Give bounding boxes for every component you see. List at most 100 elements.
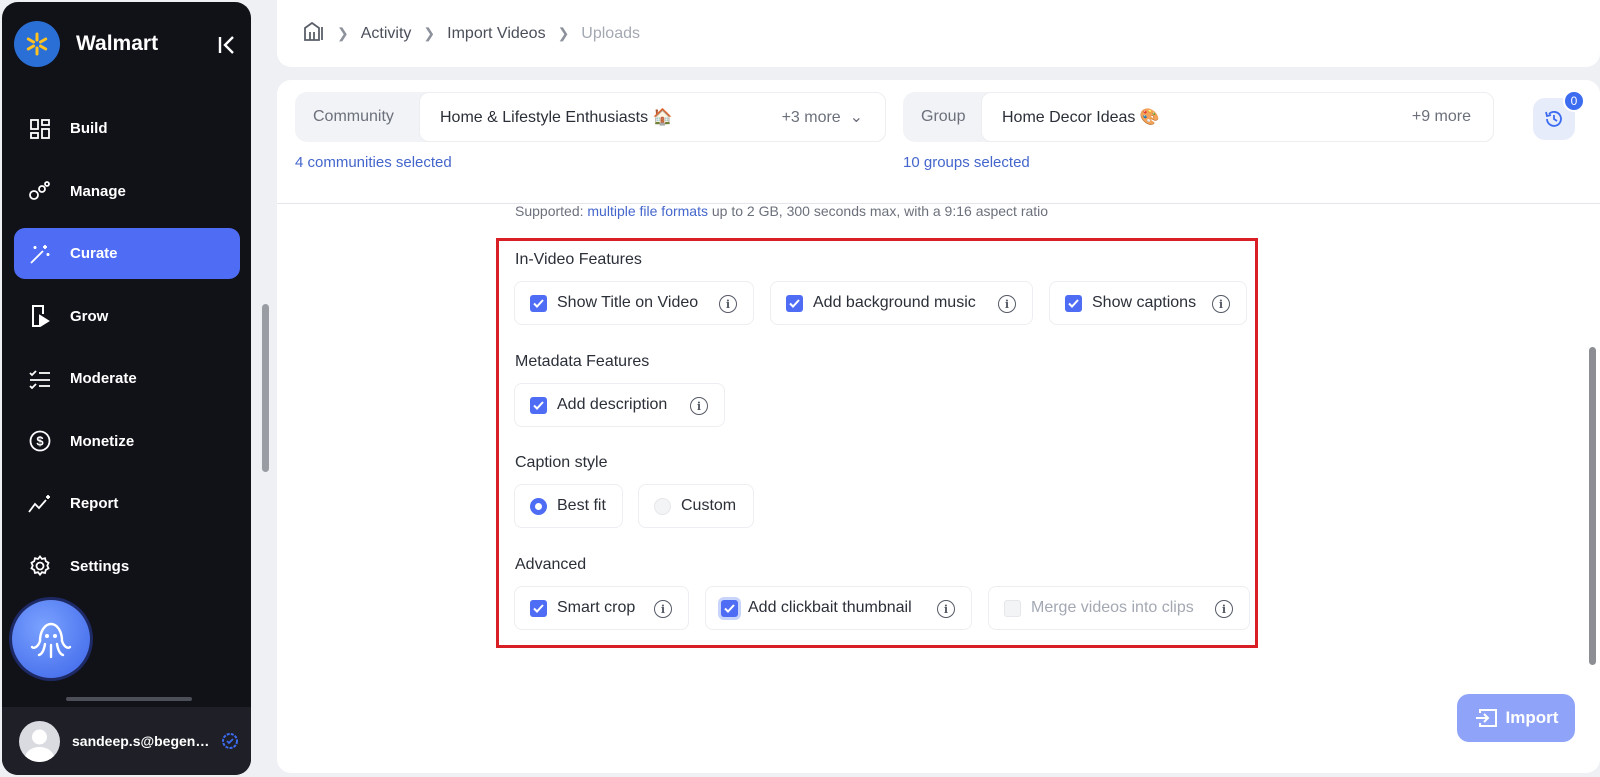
- brand-name: Walmart: [76, 32, 159, 55]
- info-icon[interactable]: i: [1212, 295, 1230, 313]
- info-icon[interactable]: i: [998, 295, 1016, 313]
- best-fit-label: Best fit: [557, 497, 606, 514]
- magic-wand-icon: [28, 242, 52, 266]
- sparkline-icon: [28, 492, 52, 516]
- sidebar-nav: Build Manage Curate Grow Moderate $ Mone…: [14, 103, 240, 603]
- dollar-icon: $: [28, 429, 52, 453]
- show-captions-option[interactable]: Show captions i: [1049, 281, 1247, 325]
- group-select[interactable]: Home Decor Ideas 🎨 +9 more: [981, 92, 1494, 142]
- best-fit-radio[interactable]: [530, 497, 547, 515]
- brand[interactable]: Walmart: [14, 21, 158, 67]
- group-value: Home Decor Ideas 🎨: [1002, 109, 1160, 126]
- sidebar-scrollbar[interactable]: [262, 304, 269, 472]
- import-button[interactable]: Import: [1457, 694, 1575, 742]
- user-profile[interactable]: sandeep.s@begenuin.com: [2, 707, 251, 775]
- sidebar-drag-handle[interactable]: [66, 697, 192, 701]
- home-icon[interactable]: [303, 21, 325, 46]
- show-title-option[interactable]: Show Title on Video i: [514, 281, 754, 325]
- chevron-right-icon: ❯: [423, 25, 436, 41]
- info-icon[interactable]: i: [1215, 600, 1233, 618]
- gear-icon: [28, 554, 52, 578]
- sidebar-item-label: Grow: [70, 307, 109, 325]
- sidebar-item-label: Moderate: [70, 370, 137, 387]
- add-description-option[interactable]: Add description i: [514, 383, 725, 427]
- sidebar-item-label: Settings: [70, 557, 130, 575]
- main-panel: Community Home & Lifestyle Enthusiasts 🏠…: [277, 80, 1600, 773]
- clickbait-thumbnail-option[interactable]: Add clickbait thumbnail i: [705, 586, 972, 630]
- smart-crop-label: Smart crop: [557, 599, 636, 616]
- community-selector[interactable]: Community Home & Lifestyle Enthusiasts 🏠…: [295, 92, 886, 142]
- caption-style-title: Caption style: [515, 454, 608, 471]
- features-section: In-Video Features Show Title on Video i …: [496, 238, 1258, 648]
- add-description-checkbox[interactable]: [530, 396, 547, 414]
- groups-selected-count[interactable]: 10 groups selected: [903, 154, 1030, 171]
- chevron-right-icon: ❯: [557, 25, 570, 41]
- import-icon: [1475, 709, 1497, 727]
- group-more[interactable]: +9 more: [1412, 108, 1471, 126]
- advanced-title: Advanced: [515, 556, 587, 573]
- info-icon[interactable]: i: [690, 397, 708, 415]
- sidebar-item-curate[interactable]: Curate: [14, 228, 240, 279]
- custom-radio[interactable]: [654, 497, 671, 515]
- history-count-badge: 0: [1563, 90, 1585, 112]
- sidebar-item-manage[interactable]: Manage: [14, 166, 240, 217]
- breadcrumb-activity[interactable]: Activity: [361, 25, 412, 43]
- file-formats-link[interactable]: multiple file formats: [587, 203, 708, 219]
- chevron-down-icon: ⌄: [849, 109, 863, 126]
- custom-option[interactable]: Custom: [638, 484, 754, 528]
- breadcrumb: ❯ Activity ❯ Import Videos ❯ Uploads: [277, 0, 1600, 67]
- community-more[interactable]: +3 more ⌄: [782, 107, 863, 127]
- show-captions-checkbox[interactable]: [1065, 294, 1082, 312]
- community-value: Home & Lifestyle Enthusiasts 🏠: [440, 109, 673, 126]
- avatar: [19, 720, 60, 762]
- nodes-icon: [28, 179, 52, 203]
- play-phone-icon: [28, 304, 52, 328]
- background-music-option[interactable]: Add background music i: [770, 281, 1033, 325]
- communities-selected-count[interactable]: 4 communities selected: [295, 154, 452, 171]
- walmart-spark-icon: [14, 21, 60, 67]
- sidebar-item-label: Report: [70, 495, 119, 512]
- filters-bar: Community Home & Lifestyle Enthusiasts 🏠…: [277, 80, 1600, 204]
- history-icon: [1545, 111, 1562, 127]
- sidebar-item-settings[interactable]: Settings: [14, 541, 240, 592]
- metadata-features-title: Metadata Features: [515, 353, 650, 370]
- sidebar-item-moderate[interactable]: Moderate: [14, 353, 240, 404]
- merge-videos-checkbox[interactable]: [1004, 599, 1021, 617]
- community-select[interactable]: Home & Lifestyle Enthusiasts 🏠 +3 more ⌄: [419, 92, 886, 142]
- merge-videos-option[interactable]: Merge videos into clips i: [988, 586, 1250, 630]
- sidebar-item-build[interactable]: Build: [14, 103, 240, 154]
- supported-formats-note: Supported: multiple file formats up to 2…: [515, 203, 1048, 219]
- sidebar-item-monetize[interactable]: $ Monetize: [14, 416, 240, 467]
- community-label: Community: [313, 108, 394, 125]
- show-title-checkbox[interactable]: [530, 294, 547, 312]
- background-music-label: Add background music: [813, 294, 976, 311]
- sidebar-item-label: Curate: [70, 245, 118, 262]
- community-more-label: +3 more: [781, 109, 841, 126]
- octopus-icon: [30, 622, 72, 659]
- sidebar-item-grow[interactable]: Grow: [14, 291, 240, 342]
- sidebar-item-label: Build: [70, 120, 108, 137]
- add-description-label: Add description: [557, 396, 668, 413]
- best-fit-option[interactable]: Best fit: [514, 484, 623, 528]
- breadcrumb-import-videos[interactable]: Import Videos: [447, 25, 545, 43]
- sidebar-item-report[interactable]: Report: [14, 478, 240, 529]
- sidebar: Walmart Build Manage Curate Grow Moderat…: [2, 2, 251, 775]
- custom-label: Custom: [681, 497, 737, 514]
- group-label: Group: [921, 108, 966, 125]
- page-scrollbar[interactable]: [1589, 347, 1596, 665]
- info-icon[interactable]: i: [937, 600, 955, 618]
- collapse-sidebar-icon[interactable]: [214, 32, 240, 58]
- group-selector[interactable]: Group Home Decor Ideas 🎨 +9 more: [903, 92, 1494, 142]
- merge-videos-label: Merge videos into clips: [1031, 599, 1194, 616]
- user-email: sandeep.s@begenuin.com: [72, 733, 212, 749]
- assistant-octopus-button[interactable]: [12, 600, 90, 678]
- supported-prefix: Supported:: [515, 203, 588, 219]
- breadcrumb-uploads: Uploads: [581, 24, 640, 42]
- info-icon[interactable]: i: [719, 295, 737, 313]
- background-music-checkbox[interactable]: [786, 294, 803, 312]
- show-captions-label: Show captions: [1092, 294, 1197, 311]
- smart-crop-checkbox[interactable]: [530, 599, 547, 617]
- smart-crop-option[interactable]: Smart crop i: [514, 586, 689, 630]
- clickbait-thumbnail-checkbox[interactable]: [721, 599, 738, 617]
- info-icon[interactable]: i: [654, 600, 672, 618]
